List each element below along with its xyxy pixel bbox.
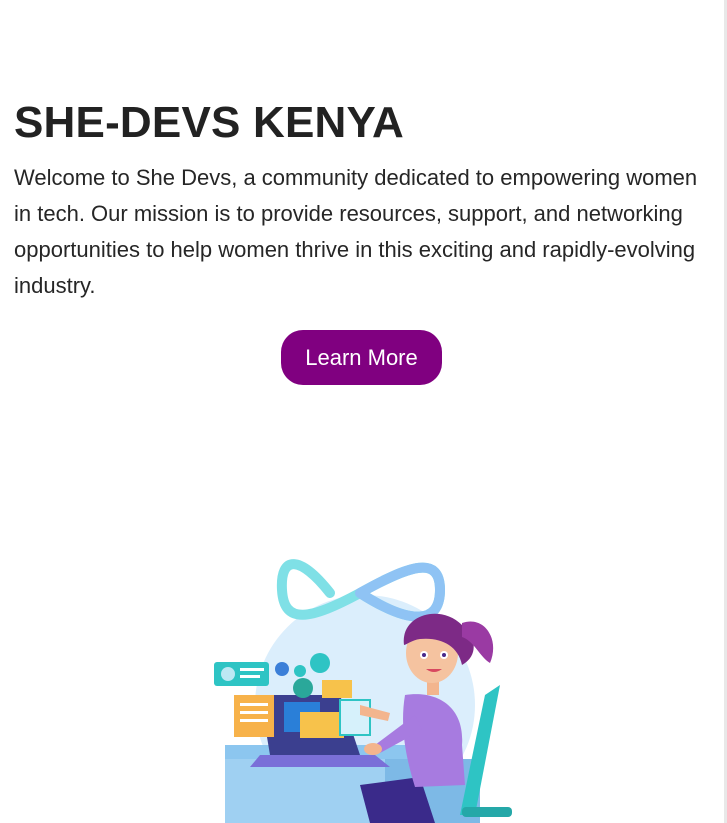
woman-developer-icon <box>214 559 512 823</box>
hero-description: Welcome to She Devs, a community dedicat… <box>14 165 698 298</box>
developer-illustration <box>200 545 520 823</box>
learn-more-button[interactable]: Learn More <box>281 330 442 385</box>
hero-section: SHE-DEVS KENYA Welcome to She Devs, a co… <box>14 96 714 304</box>
page: SHE-DEVS KENYA Welcome to She Devs, a co… <box>0 0 727 823</box>
page-title: SHE-DEVS KENYA <box>14 98 404 147</box>
